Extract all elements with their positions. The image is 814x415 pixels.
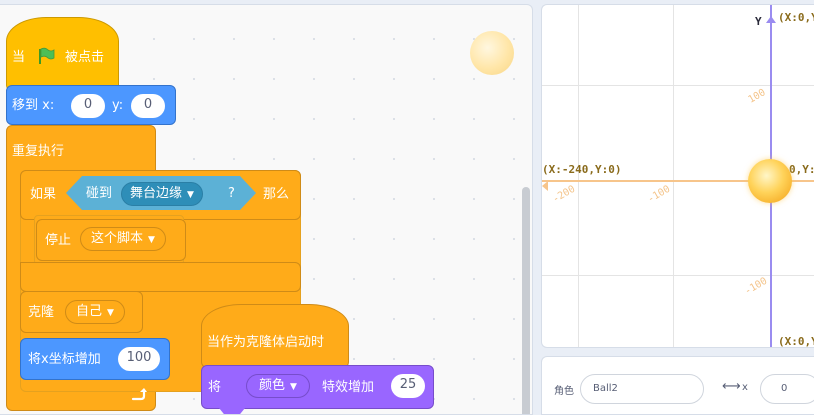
y-axis-arrow-icon: [766, 9, 776, 23]
bottom-coordinate: (X:0,Y:: [778, 335, 814, 348]
sprite-name-label: 角色: [554, 386, 574, 397]
stage[interactable]: Y (X:0,Y: (X:-240,Y:0) 0,Y: (X:0,Y: 100 …: [541, 4, 814, 348]
touching-qmark: ?: [228, 186, 235, 201]
stop-label: 停止: [45, 233, 72, 248]
when-flag-suffix: 被点击: [65, 50, 105, 65]
forever-label: 重复执行: [12, 144, 65, 159]
grid-line: [673, 5, 674, 347]
touching-label: 碰到: [86, 186, 113, 201]
clone-hat-label: 当作为克隆体启动时: [207, 335, 325, 350]
right-coordinate: 0,Y:: [789, 163, 814, 176]
effect-name-dropdown[interactable]: 颜色 ▼: [246, 374, 310, 398]
go-to-x-input[interactable]: 0: [71, 94, 105, 118]
chevron-down-icon: ▼: [290, 382, 297, 392]
x-position-input[interactable]: 0: [760, 374, 814, 404]
then-label: 那么: [263, 187, 290, 202]
go-to-y-label: y:: [112, 98, 124, 113]
effect-block-notch: [219, 408, 245, 414]
effect-prefix: 将: [208, 380, 222, 395]
effect-value-input[interactable]: 25: [391, 374, 425, 398]
tick-label: -100: [645, 183, 673, 206]
x-position-label: x: [742, 382, 748, 393]
change-x-input[interactable]: 100: [118, 347, 160, 371]
if-label: 如果: [30, 187, 57, 202]
tick-label: 100: [746, 87, 768, 106]
grid-line: [542, 85, 814, 86]
clone-target-dropdown[interactable]: 自己 ▼: [65, 300, 125, 324]
grid-line: [542, 275, 814, 276]
code-area[interactable]: 当 被点击 移到 x: 0 y: 0 重复执行 如果 碰到 舞台边缘 ▼ ? 那么…: [0, 4, 533, 415]
code-scrollbar[interactable]: [522, 187, 530, 414]
touching-target-label: 舞台边缘: [130, 186, 183, 201]
stop-option-dropdown[interactable]: 这个脚本 ▼: [80, 227, 166, 251]
ball-sprite[interactable]: [748, 159, 792, 203]
green-flag-icon: [37, 47, 55, 65]
clone-target-label: 自己: [76, 304, 103, 319]
top-coordinate: (X:0,Y:: [778, 11, 814, 24]
sprite-info-panel: 角色 Ball2 ⟷ x 0: [541, 356, 814, 415]
go-to-y-input[interactable]: 0: [131, 94, 165, 118]
chevron-down-icon: ▼: [148, 235, 155, 245]
chevron-down-icon: ▼: [107, 308, 114, 318]
effect-suffix: 特效增加: [322, 380, 375, 395]
sprite-thumbnail: [470, 31, 514, 75]
y-axis-label: Y: [755, 15, 762, 28]
effect-name-label: 颜色: [259, 378, 286, 393]
grid-line: [578, 5, 579, 347]
left-coordinate: (X:-240,Y:0): [542, 163, 622, 176]
change-x-label: 将x坐标增加: [28, 352, 101, 367]
go-to-x-label: 移到 x:: [12, 98, 55, 113]
tick-label: -100: [742, 275, 770, 298]
chevron-down-icon: ▼: [187, 190, 194, 200]
tick-label: -200: [550, 183, 578, 206]
when-flag-prefix: 当: [12, 50, 26, 65]
x-axis-arrow-icon: [542, 176, 548, 191]
loop-arrow-icon: [129, 385, 147, 403]
x-position-icon: ⟷: [722, 379, 741, 394]
sprite-name-input[interactable]: Ball2: [580, 374, 704, 404]
stop-option-label: 这个脚本: [91, 231, 144, 246]
touching-target-dropdown[interactable]: 舞台边缘 ▼: [121, 182, 203, 206]
if-block-bottom: [20, 262, 301, 292]
clone-label: 克隆: [28, 305, 55, 320]
